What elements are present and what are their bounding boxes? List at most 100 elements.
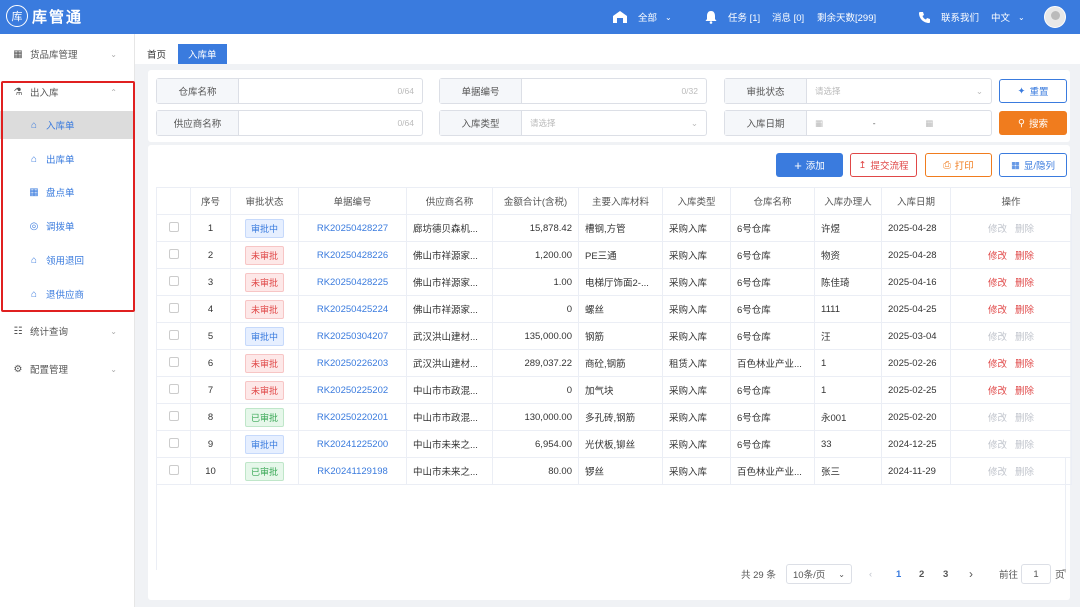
sidebar-item-stats[interactable]: ☷ 统计查询 ⌄ bbox=[0, 317, 135, 345]
char-count: 0/64 bbox=[397, 118, 414, 128]
plus-icon: + bbox=[794, 157, 802, 173]
row-checkbox[interactable] bbox=[168, 410, 179, 421]
warehouse-name-input[interactable]: 0/64 bbox=[239, 79, 422, 103]
delete-button[interactable]: 删除 bbox=[1015, 386, 1034, 397]
submit-flow-button[interactable]: ↥ 提交流程 bbox=[850, 153, 917, 177]
table-row[interactable]: 6 未审批 RK20250226203 武汉洪山建材... 289,037.22 商砼,钢… bbox=[156, 349, 1072, 377]
tab-home[interactable]: 首页 bbox=[137, 44, 176, 64]
type-cell: 采购入库 bbox=[662, 214, 731, 242]
print-button[interactable]: ⎙ 打印 bbox=[925, 153, 992, 177]
type-cell: 采购入库 bbox=[662, 322, 731, 350]
warehouse-logo-icon: 库 bbox=[6, 5, 28, 27]
delete-button[interactable]: 删除 bbox=[1015, 305, 1034, 316]
material-cell: 电梯厅饰面2-... bbox=[578, 268, 663, 296]
phone-icon bbox=[919, 11, 930, 23]
delete-button[interactable]: 删除 bbox=[1015, 413, 1034, 424]
doc-no-link[interactable]: RK20250425224 bbox=[317, 304, 388, 315]
handler-cell: 陈佳琦 bbox=[814, 268, 882, 296]
doc-no-link[interactable]: RK20250428226 bbox=[317, 250, 388, 261]
page-1[interactable]: 1 bbox=[896, 564, 901, 584]
row-checkbox[interactable] bbox=[168, 356, 179, 367]
messages-link[interactable]: 消息 [0] bbox=[772, 0, 804, 34]
doc-no-link[interactable]: RK20250226203 bbox=[317, 358, 388, 369]
edit-button[interactable]: 修改 bbox=[988, 332, 1007, 343]
tab-inbound[interactable]: 入库单 bbox=[178, 44, 227, 64]
tasks-link[interactable]: 任务 [1] bbox=[704, 0, 760, 34]
contact-link[interactable]: 联系我们 bbox=[918, 0, 979, 34]
inbound-date-range[interactable]: ▦ - ▦ bbox=[807, 111, 991, 135]
calendar-icon: ▦ bbox=[925, 117, 934, 128]
delete-button[interactable]: 删除 bbox=[1015, 332, 1034, 343]
approval-status-field: 审批状态 请选择 ⌄ bbox=[724, 78, 992, 104]
delete-button[interactable]: 删除 bbox=[1015, 251, 1034, 262]
sidebar-item-config[interactable]: ⚙ 配置管理 ⌄ bbox=[0, 355, 135, 383]
remaining-days-label: 剩余天数[299] bbox=[817, 13, 877, 24]
row-checkbox[interactable] bbox=[168, 302, 179, 313]
language-selector[interactable]: 中文 ⌄ bbox=[991, 0, 1025, 34]
delete-button[interactable]: 删除 bbox=[1015, 224, 1034, 235]
delete-button[interactable]: 删除 bbox=[1015, 440, 1034, 451]
search-button[interactable]: ⚲ 搜索 bbox=[999, 111, 1067, 135]
doc-no-link[interactable]: RK20250428225 bbox=[317, 277, 388, 288]
row-no: 4 bbox=[190, 295, 231, 323]
approval-status-select[interactable]: 请选择 ⌄ bbox=[807, 79, 991, 103]
table-row[interactable]: 9 审批中 RK20241225200 中山市未来之... 6,954.00 光伏板,铆丝… bbox=[156, 430, 1072, 458]
page-size-select[interactable]: 10条/页 ⌄ bbox=[786, 564, 852, 584]
supplier-cell: 佛山市祥源家... bbox=[406, 268, 493, 296]
submit-flow-label: 提交流程 bbox=[870, 161, 909, 172]
edit-button[interactable]: 修改 bbox=[988, 224, 1007, 235]
handler-cell: 1 bbox=[814, 349, 882, 377]
goto-page-input[interactable]: 1 bbox=[1021, 564, 1051, 584]
row-checkbox[interactable] bbox=[168, 383, 179, 394]
doc-no-link[interactable]: RK20250428227 bbox=[317, 223, 388, 234]
doc-no-link[interactable]: RK20250220201 bbox=[317, 412, 388, 423]
page-2[interactable]: 2 bbox=[919, 564, 924, 584]
user-avatar[interactable] bbox=[1044, 6, 1066, 28]
table-row[interactable]: 1 审批中 RK20250428227 廊坊德贝森机... 15,878.42 槽钢,方管… bbox=[156, 214, 1072, 242]
row-checkbox[interactable] bbox=[168, 275, 179, 286]
row-checkbox[interactable] bbox=[168, 248, 179, 259]
table-row[interactable]: 2 未审批 RK20250428226 佛山市祥源家... 1,200.00 PE三通 采购… bbox=[156, 241, 1072, 269]
edit-button[interactable]: 修改 bbox=[988, 305, 1007, 316]
page-3[interactable]: 3 bbox=[943, 564, 948, 584]
edit-button[interactable]: 修改 bbox=[988, 359, 1007, 370]
table-row[interactable]: 8 已审批 RK20250220201 中山市市政混... 130,000.00 多孔砖,… bbox=[156, 403, 1072, 431]
warehouse-selector[interactable]: 全部 ⌄ bbox=[612, 0, 672, 34]
edit-button[interactable]: 修改 bbox=[988, 278, 1007, 289]
column-header: 金额合计(含税) bbox=[492, 187, 579, 215]
table-row[interactable]: 3 未审批 RK20250428225 佛山市祥源家... 1.00 电梯厅饰面2-...… bbox=[156, 268, 1072, 296]
edit-button[interactable]: 修改 bbox=[988, 440, 1007, 451]
table-row[interactable]: 7 未审批 RK20250225202 中山市市政混... 0 加气块 采购入库 6号仓库 1 2… bbox=[156, 376, 1072, 404]
status-badge: 未审批 bbox=[244, 380, 284, 400]
table-row[interactable]: 5 审批中 RK20250304207 武汉洪山建材... 135,000.00 钢筋 采购… bbox=[156, 322, 1072, 350]
edit-button[interactable]: 修改 bbox=[988, 251, 1007, 262]
inbound-type-select[interactable]: 请选择 ⌄ bbox=[522, 111, 706, 135]
doc-no-link[interactable]: RK20250225202 bbox=[317, 385, 388, 396]
delete-button[interactable]: 删除 bbox=[1015, 359, 1034, 370]
warehouse-name-field: 仓库名称 0/64 bbox=[156, 78, 423, 104]
columns-button[interactable]: ▦ 显/隐列 bbox=[999, 153, 1067, 177]
sidebar-item-goods[interactable]: ▦ 货品库管理 ⌄ bbox=[0, 40, 135, 68]
page-size-label: 10条/页 bbox=[793, 570, 826, 581]
supplier-cell: 中山市未来之... bbox=[406, 430, 493, 458]
row-checkbox[interactable] bbox=[168, 221, 179, 232]
row-checkbox[interactable] bbox=[168, 437, 179, 448]
doc-no-link[interactable]: RK20250304207 bbox=[317, 331, 388, 342]
supplier-name-input[interactable]: 0/64 bbox=[239, 111, 422, 135]
app-logo[interactable]: 库 库管通 bbox=[6, 5, 83, 27]
delete-button[interactable]: 删除 bbox=[1015, 278, 1034, 289]
reset-button[interactable]: ✦ 重置 bbox=[999, 79, 1067, 103]
supplier-cell: 佛山市祥源家... bbox=[406, 241, 493, 269]
add-button[interactable]: + 添加 bbox=[776, 153, 843, 177]
prev-page-button[interactable]: ‹ bbox=[869, 564, 872, 584]
table-row[interactable]: 4 未审批 RK20250425224 佛山市祥源家... 0 螺丝 采购入库 6号仓库 111… bbox=[156, 295, 1072, 323]
chevron-down-icon: ⌄ bbox=[665, 12, 672, 22]
doc-no-link[interactable]: RK20241225200 bbox=[317, 439, 388, 450]
next-page-button[interactable]: › bbox=[969, 564, 973, 584]
edit-button[interactable]: 修改 bbox=[988, 386, 1007, 397]
doc-no-input[interactable]: 0/32 bbox=[522, 79, 706, 103]
edit-button[interactable]: 修改 bbox=[988, 413, 1007, 424]
date-cell: 2025-04-28 bbox=[881, 241, 951, 269]
warehouse-cell: 6号仓库 bbox=[730, 322, 815, 350]
row-checkbox[interactable] bbox=[168, 329, 179, 340]
